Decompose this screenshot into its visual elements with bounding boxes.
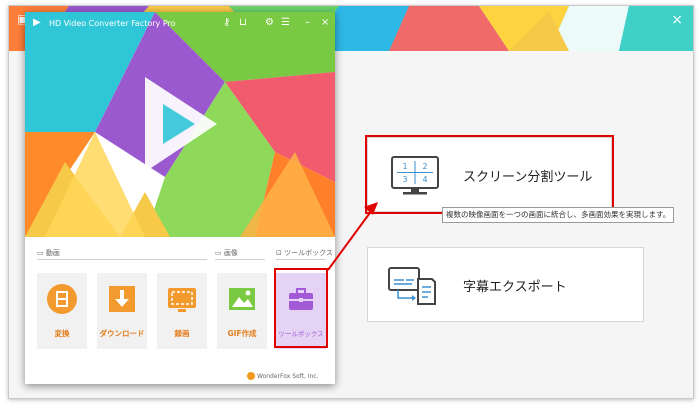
key-icon[interactable]: ⚷	[223, 17, 230, 29]
gif-image-icon	[229, 288, 255, 310]
wonderfox-logo-icon	[247, 372, 255, 380]
gif-tile-label: GIF作成	[227, 329, 257, 338]
record-tile[interactable]: 録画	[157, 273, 207, 349]
record-tile-label: 録画	[174, 329, 190, 338]
download-tile[interactable]: ダウンロード	[97, 273, 147, 349]
brand-footer: WonderFox Soft, Inc.	[257, 373, 319, 380]
menu-icon[interactable]: ☰	[281, 17, 290, 29]
film-icon	[47, 284, 77, 314]
close-button[interactable]: ×	[321, 17, 329, 29]
app-logo-icon: ▶	[33, 17, 41, 28]
convert-tile-label: 変換	[54, 329, 70, 338]
hero-banner	[25, 12, 335, 237]
section-image-divider	[215, 259, 265, 260]
section-video-divider	[37, 259, 207, 260]
download-icon	[109, 286, 135, 312]
subtitle-export-tool-label: 字幕エクスポート	[463, 280, 567, 295]
toolbox-close-button[interactable]: ×	[671, 12, 683, 28]
gif-tile[interactable]: GIF作成	[217, 273, 267, 349]
section-toolbox-label: ⊡ ツールボックス	[276, 249, 333, 257]
download-tile-label: ダウンロード	[99, 329, 145, 338]
section-video-label: ▭ 動画	[37, 249, 60, 257]
minimize-button[interactable]: –	[305, 17, 310, 29]
convert-tile[interactable]: 変換	[37, 273, 87, 349]
app-titlebar: ▶ HD Video Converter Factory Pro ⚷ ⊔ ⚙ ☰…	[25, 12, 335, 36]
cart-icon[interactable]: ⊔	[239, 17, 247, 29]
section-toolbox-divider	[276, 259, 326, 260]
app-title: HD Video Converter Factory Pro	[49, 19, 176, 28]
split-tool-tooltip: 複数の映像画面を一つの画面に統合し、多画面効果を実現します。	[442, 207, 675, 223]
subtitle-export-tool-card[interactable]: 字幕エクスポート	[367, 247, 644, 322]
toolbox-tile-highlight	[274, 268, 328, 348]
gear-icon[interactable]: ⚙	[265, 17, 274, 29]
subtitle-export-icon	[388, 265, 436, 311]
section-image-label: ▭ 画像	[215, 249, 238, 257]
split-tool-highlight	[365, 135, 614, 214]
screen-record-icon	[168, 288, 196, 312]
